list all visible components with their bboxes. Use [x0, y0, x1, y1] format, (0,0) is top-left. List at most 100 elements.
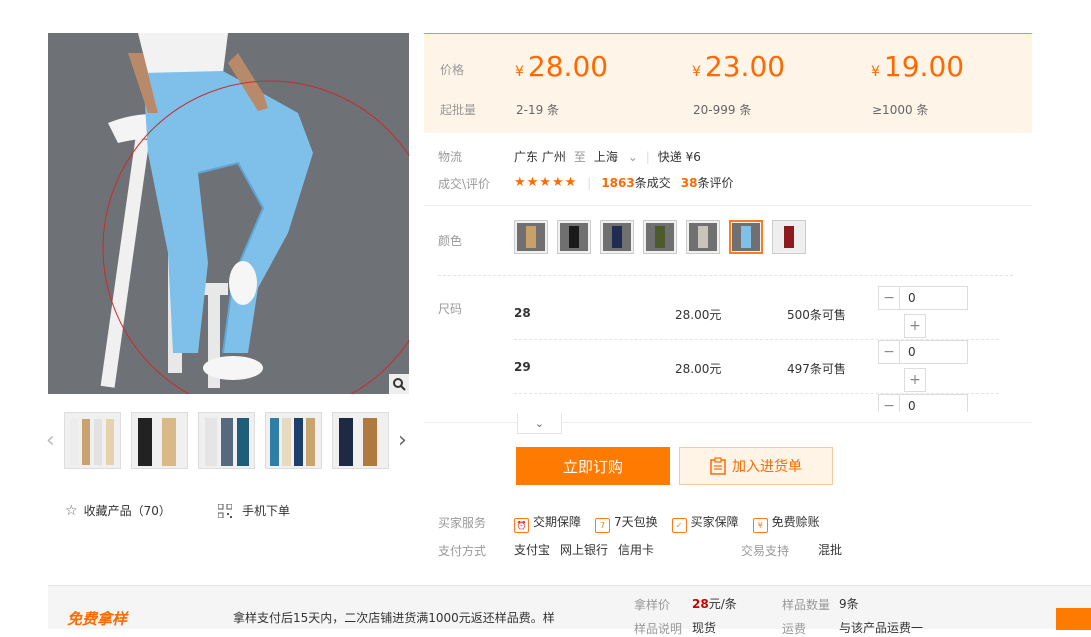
thumbnail-5[interactable]	[332, 412, 389, 469]
expand-sizes-button[interactable]: ⌄	[517, 413, 562, 434]
rating-stars: ★★★★★	[514, 175, 578, 190]
ship-to-select[interactable]: 上海 ⌄	[594, 148, 638, 165]
quantity-stepper: − 0	[878, 340, 968, 364]
price-tier-3: ¥19.00	[871, 50, 965, 83]
minus-button[interactable]: −	[878, 340, 900, 364]
plus-button[interactable]: +	[904, 368, 926, 392]
chevron-down-icon: ⌄	[534, 416, 545, 430]
favorite-label: 收藏产品（70）	[83, 504, 171, 518]
quantity-stepper: − 0	[878, 286, 968, 310]
payment-online-bank: 网上银行	[560, 543, 609, 557]
payment-alipay: 支付宝	[514, 543, 551, 557]
range-tier-2: 20-999 条	[693, 103, 752, 117]
deals-label: 成交\评价	[438, 177, 491, 191]
to-word: 至	[573, 150, 586, 164]
add-to-cart-button[interactable]: 加入进货单	[679, 447, 833, 485]
sample-description: 拿样支付后15天内，二次店铺进货满1000元返还样品费。样	[233, 611, 555, 625]
mobile-order-label: 手机下单	[242, 504, 291, 518]
divider	[438, 275, 1013, 276]
get-sample-button[interactable]	[1056, 608, 1091, 630]
order-now-button[interactable]: 立即订购	[516, 447, 670, 485]
payment-label: 支付方式	[438, 544, 487, 558]
thumbnail-2[interactable]	[131, 412, 188, 469]
quantity-input[interactable]: 0	[900, 340, 968, 364]
magnifier-icon	[393, 378, 406, 391]
color-swatches	[514, 220, 806, 254]
logistics-label: 物流	[438, 150, 463, 164]
moq-label: 起批量	[440, 103, 477, 117]
thumbnail-1[interactable]	[64, 412, 121, 469]
range-tier-1: 2-19 条	[516, 103, 560, 117]
sample-price: 28元/条	[692, 597, 737, 611]
color-swatch-olive[interactable]	[643, 220, 677, 254]
color-label: 颜色	[438, 234, 463, 248]
trade-support-value: 混批	[818, 543, 843, 557]
quantity-input[interactable]: 0	[900, 394, 968, 412]
minus-button[interactable]: −	[878, 394, 900, 412]
free-sample-logo: 免费拿样	[67, 610, 128, 628]
service-exchange[interactable]: 7 7天包换	[595, 513, 658, 533]
product-photo	[48, 33, 409, 394]
sample-note-label: 样品说明	[634, 622, 683, 636]
deals-row: ★★★★★ | 1863条成交 38条评价	[514, 174, 734, 191]
payment-credit-card: 信用卡	[618, 543, 655, 557]
chevron-down-icon: ⌄	[627, 150, 638, 164]
deal-count[interactable]: 1863条成交	[601, 174, 670, 191]
main-product-image[interactable]	[48, 33, 409, 394]
price-tier-1: ¥28.00	[515, 50, 609, 83]
star-outline-icon: ☆	[65, 502, 78, 519]
quantity-input[interactable]: 0	[900, 286, 968, 310]
zoom-button[interactable]	[389, 374, 409, 394]
service-protection[interactable]: ✓ 买家保障	[671, 513, 739, 533]
size-stock: 500条可售	[787, 308, 846, 322]
divider	[424, 205, 1032, 206]
divider	[424, 422, 1032, 423]
color-swatch-red[interactable]	[772, 220, 806, 254]
shipping-fee: 快递 ¥6	[657, 150, 701, 164]
color-swatch-khaki[interactable]	[514, 220, 548, 254]
color-swatch-navy[interactable]	[600, 220, 634, 254]
sample-qty: 9条	[839, 597, 859, 611]
size-price: 28.00元	[675, 362, 722, 376]
quantity-stepper: − 0	[878, 394, 968, 412]
color-swatch-grey[interactable]	[686, 220, 720, 254]
size-stock: 497条可售	[787, 362, 846, 376]
size-price: 28.00元	[675, 308, 722, 322]
buyer-services: ⏰ 交期保障 7 7天包换 ✓ 买家保障 ¥ 免费赊账	[514, 513, 820, 533]
mobile-order[interactable]: 手机下单	[218, 502, 290, 519]
add-to-cart-label: 加入进货单	[732, 459, 802, 475]
ship-from: 广东 广州	[514, 150, 566, 164]
service-delivery[interactable]: ⏰ 交期保障	[514, 513, 581, 533]
thumb-prev-icon[interactable]: ‹	[46, 428, 55, 453]
thumbnail-4[interactable]	[265, 412, 322, 469]
review-count[interactable]: 38条评价	[681, 174, 734, 191]
seven-day-exchange-icon: 7	[595, 518, 611, 533]
price-tier-2: ¥23.00	[692, 50, 786, 83]
favorite-product[interactable]: ☆ 收藏产品（70）	[65, 502, 171, 519]
thumbnail-3[interactable]	[198, 412, 255, 469]
freight-label: 运费	[782, 622, 807, 636]
shield-icon: ✓	[671, 518, 687, 533]
size-value: 28	[514, 306, 531, 320]
logistics-row: 广东 广州 至 上海 ⌄ | 快递 ¥6	[514, 148, 701, 165]
minus-button[interactable]: −	[878, 286, 900, 310]
color-swatch-sky-blue[interactable]	[729, 220, 763, 254]
credit-icon: ¥	[752, 518, 768, 533]
trade-support-label: 交易支持	[741, 544, 790, 558]
size-table: 28 28.00元 500条可售 − 0 + 29 28.00元 497条可售 …	[514, 280, 999, 412]
plus-button[interactable]: +	[904, 314, 926, 338]
buyer-service-label: 买家服务	[438, 516, 487, 530]
clipboard-icon	[710, 457, 726, 475]
size-value: 29	[514, 360, 531, 374]
qr-code-icon	[218, 503, 232, 518]
payment-methods: 支付宝 网上银行 信用卡	[514, 541, 654, 558]
sample-price-label: 拿样价	[634, 598, 671, 612]
price-label: 价格	[440, 63, 465, 77]
thumb-next-icon[interactable]: ›	[398, 428, 407, 453]
thumbnail-list	[64, 412, 394, 470]
range-tier-3: ≥1000 条	[872, 103, 929, 117]
service-credit[interactable]: ¥ 免费赊账	[752, 513, 820, 533]
delivery-guarantee-icon: ⏰	[514, 518, 529, 533]
color-swatch-black[interactable]	[557, 220, 591, 254]
free-sample-bar: 免费拿样 拿样支付后15天内，二次店铺进货满1000元返还样品费。样 拿样价 2…	[48, 585, 1091, 636]
